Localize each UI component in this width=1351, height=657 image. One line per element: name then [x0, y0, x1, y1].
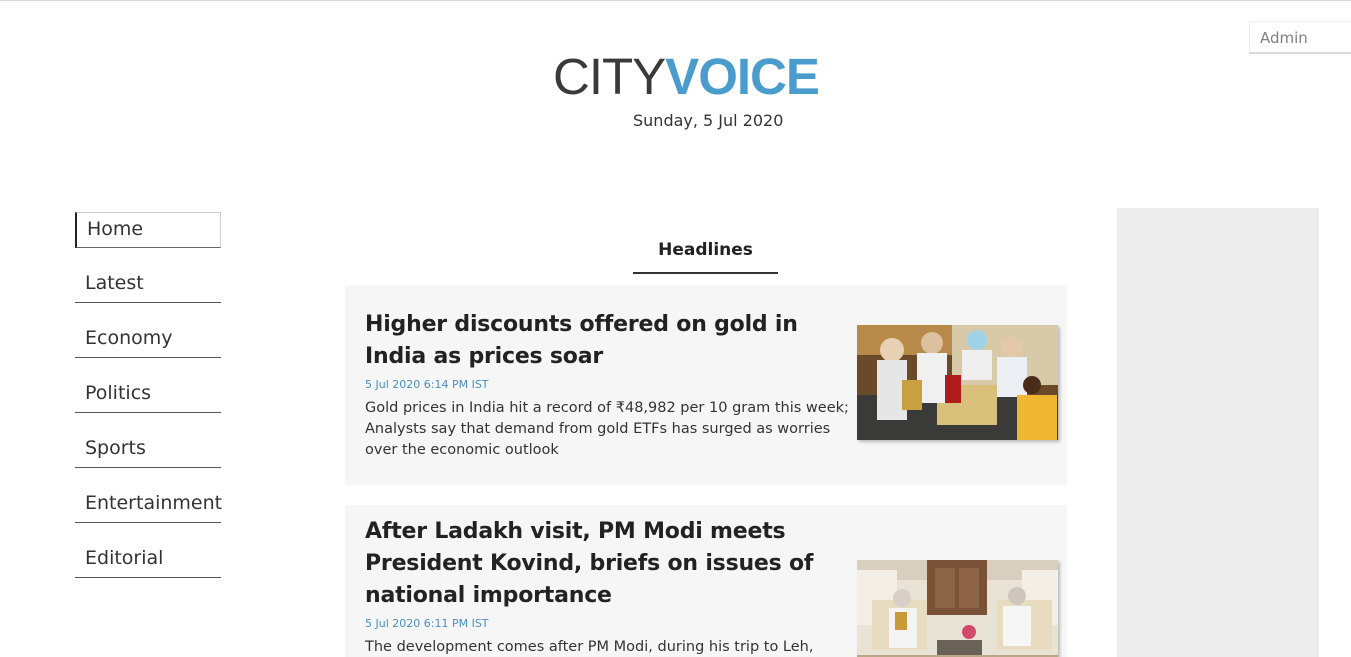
article-title[interactable]: Higher discounts offered on gold in Indi…	[365, 309, 845, 373]
nav-item-economy[interactable]: Economy	[75, 322, 221, 358]
current-date: Sunday, 5 Jul 2020	[633, 111, 784, 130]
nav-item-politics[interactable]: Politics	[75, 377, 221, 413]
article-title[interactable]: After Ladakh visit, PM Modi meets Presid…	[365, 516, 845, 612]
article-card[interactable]: Higher discounts offered on gold in Indi…	[345, 285, 1067, 485]
article-thumbnail-meeting[interactable]	[857, 560, 1058, 657]
article-summary: The development comes after PM Modi, dur…	[365, 639, 814, 655]
admin-button[interactable]: Admin	[1249, 21, 1351, 54]
nav-item-home[interactable]: Home	[75, 212, 221, 248]
article-card[interactable]: After Ladakh visit, PM Modi meets Presid…	[345, 505, 1067, 657]
sidebar-ad-panel	[1117, 208, 1319, 657]
nav-item-sports[interactable]: Sports	[75, 432, 221, 468]
article-summary: Gold prices in India hit a record of ₹48…	[365, 400, 849, 458]
article-thumbnail-gold-shop[interactable]	[857, 325, 1058, 440]
nav-item-latest[interactable]: Latest	[75, 267, 221, 303]
article-timestamp: 5 Jul 2020 6:14 PM IST	[365, 378, 489, 391]
sidebar-nav: Home Latest Economy Politics Sports Ente…	[75, 212, 222, 597]
nav-item-entertainment[interactable]: Entertainment	[75, 487, 222, 523]
article-timestamp: 5 Jul 2020 6:11 PM IST	[365, 617, 489, 630]
logo-voice-text: VOICE	[665, 48, 820, 105]
logo-city-text: CITY	[553, 48, 666, 105]
nav-item-editorial[interactable]: Editorial	[75, 542, 221, 578]
site-logo[interactable]: CITYVOICE	[553, 46, 820, 108]
tab-headlines[interactable]: Headlines	[633, 229, 778, 274]
